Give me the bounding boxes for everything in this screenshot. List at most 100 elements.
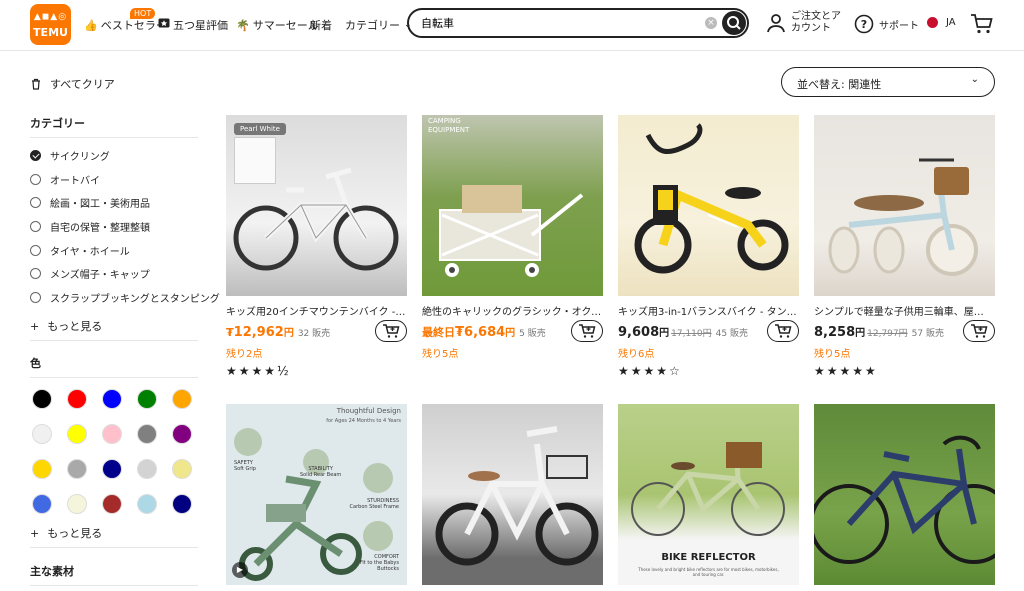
show-more-categories[interactable]: + もっと見る — [30, 318, 102, 334]
product-image[interactable] — [814, 115, 995, 296]
color-swatch[interactable] — [172, 424, 192, 444]
nav-summer-sale[interactable]: 🌴 サマーセール — [236, 17, 319, 33]
product-image[interactable]: CAMPING EQUIPMENT — [422, 115, 603, 296]
color-swatch[interactable] — [137, 459, 157, 479]
product-card[interactable]: キッズ用3-in-1バランスバイク - タング… 9,608 円 17,110円… — [618, 115, 799, 378]
clear-all-label: すべてクリア — [50, 78, 115, 91]
product-card[interactable]: シンプルで軽量な子供用三輪車、屋… 8,258 円 12,797円 57 販売 … — [814, 115, 995, 378]
color-swatch[interactable] — [32, 459, 52, 479]
logo-text: TEMU — [33, 26, 68, 39]
soft-grip-text: Soft Grip — [234, 466, 256, 472]
product-card[interactable]: Thoughtful Design for Ages 24 Months to … — [226, 404, 407, 585]
play-icon[interactable]: ▶ — [232, 562, 248, 578]
search-input[interactable] — [419, 15, 703, 30]
category-option[interactable]: タイヤ・ホイール — [30, 243, 130, 258]
color-swatch[interactable] — [32, 389, 52, 409]
support-button[interactable]: ? サポート — [854, 13, 919, 35]
original-price: 12,797円 — [867, 329, 908, 339]
road-bike-illustration — [814, 435, 995, 564]
comfort-label: COMFORT Fit to the Babys Buttocks — [360, 554, 399, 572]
color-swatch[interactable] — [67, 389, 87, 409]
product-image[interactable] — [618, 115, 799, 296]
product-card[interactable] — [814, 404, 995, 585]
color-swatch[interactable] — [102, 424, 122, 444]
cart-plus-icon — [971, 324, 988, 338]
language-selector[interactable]: JA — [927, 17, 956, 28]
color-swatch[interactable] — [102, 389, 122, 409]
product-image[interactable] — [814, 404, 995, 585]
product-title[interactable]: キッズ用20インチマウンテンバイク - 耐… — [226, 303, 407, 318]
price-value: 8,258 — [814, 325, 856, 340]
balance-bike-illustration — [634, 123, 789, 274]
add-to-cart-button[interactable] — [375, 320, 407, 342]
product-image[interactable]: Pearl White — [226, 115, 407, 296]
product-card[interactable]: CAMPING EQUIPMENT 絶性のキャリックのグラシック・オクスフ… 最… — [422, 115, 603, 360]
nav-bestseller[interactable]: 👍 ベストセラー — [84, 17, 167, 33]
price: 最終日 ₮6,684 円 5 販売 — [422, 324, 546, 340]
category-option[interactable]: メンズ帽子・キャップ — [30, 266, 150, 281]
product-title[interactable]: 絶性のキャリックのグラシック・オクスフ… — [422, 303, 603, 318]
color-swatch[interactable] — [137, 389, 157, 409]
category-option[interactable]: スクラップブッキングとスタンピング — [30, 290, 220, 305]
search-icon — [727, 16, 741, 30]
product-title[interactable]: シンプルで軽量な子供用三輪車、屋… — [814, 303, 995, 318]
show-more-colors[interactable]: + もっと見る — [30, 525, 102, 541]
color-swatch[interactable] — [172, 459, 192, 479]
wagon-illustration — [439, 185, 584, 277]
color-swatch[interactable] — [32, 424, 52, 444]
price: ₮ 12,962 円 32 販売 — [226, 324, 330, 340]
color-swatch[interactable] — [137, 494, 157, 514]
help-icon: ? — [854, 14, 874, 34]
clear-all-button[interactable]: すべてクリア — [30, 76, 115, 92]
stock-left: 残り2点 — [226, 349, 263, 360]
search-button[interactable] — [722, 11, 746, 35]
product-card[interactable] — [422, 404, 603, 585]
add-to-cart-button[interactable] — [963, 320, 995, 342]
color-swatch[interactable] — [172, 494, 192, 514]
product-image[interactable]: BIKE REFLECTOR These lovely and bright b… — [618, 404, 799, 585]
product-image[interactable]: Thoughtful Design for Ages 24 Months to … — [226, 404, 407, 585]
clear-icon[interactable]: × — [705, 17, 717, 29]
category-option[interactable]: サイクリング — [30, 148, 110, 163]
top-bar: ▲◼▲◎ TEMU 👍 ベストセラー HOT 五つ星評価 🌴 サマーセール 新着… — [0, 0, 1024, 51]
price-unit: 円 — [855, 328, 866, 339]
add-to-cart-button[interactable] — [571, 320, 603, 342]
category-option[interactable]: オートバイ — [30, 172, 100, 187]
nav-category-label: カテゴリー — [345, 19, 400, 32]
color-swatch[interactable] — [102, 494, 122, 514]
product-card[interactable]: BIKE REFLECTOR These lovely and bright b… — [618, 404, 799, 585]
material-title: 主な素材 — [30, 565, 74, 578]
account-button[interactable]: ご注文とア カウント — [766, 10, 846, 40]
product-card[interactable]: Pearl White キッズ用20インチマウンテンバイク - 耐… ₮ 12,… — [226, 115, 407, 378]
kids-bike-illustration — [435, 426, 599, 566]
product-image[interactable] — [422, 404, 603, 585]
color-swatch[interactable] — [67, 459, 87, 479]
category-option[interactable]: 自宅の保管・整理整頓 — [30, 219, 150, 234]
carbon-text: Carbon Steel Frame — [349, 504, 399, 510]
color-swatch[interactable] — [172, 389, 192, 409]
category-option[interactable]: 絵画・図工・美術用品 — [30, 195, 150, 210]
bike-illustration — [233, 167, 399, 271]
cart-button[interactable] — [970, 12, 994, 40]
stock-left: 残り5点 — [814, 349, 851, 360]
color-swatch[interactable] — [67, 424, 87, 444]
add-to-cart-button[interactable] — [767, 320, 799, 342]
product-title[interactable]: キッズ用3-in-1バランスバイク - タング… — [618, 303, 799, 318]
svg-text:?: ? — [861, 18, 867, 31]
price-unit: 円 — [659, 328, 670, 339]
color-swatch[interactable] — [102, 459, 122, 479]
nav-new[interactable]: 新着 — [310, 17, 332, 33]
nav-category[interactable]: カテゴリー ⌄ — [345, 17, 412, 33]
temu-logo[interactable]: ▲◼▲◎ TEMU — [30, 4, 71, 45]
sort-dropdown[interactable]: 並べ替え: 関連性 ⌄ — [781, 67, 995, 97]
show-more-label: もっと見る — [47, 527, 103, 540]
color-swatch[interactable] — [32, 494, 52, 514]
color-swatch[interactable] — [67, 494, 87, 514]
sold-count: 45 販売 — [715, 329, 748, 339]
color-swatch[interactable] — [137, 424, 157, 444]
radio-icon — [30, 245, 41, 256]
nav-five-star[interactable]: 五つ星評価 — [158, 17, 228, 33]
category-title: カテゴリー — [30, 117, 85, 130]
account-line2: カウント — [791, 23, 831, 34]
price-unit: 円 — [283, 328, 294, 339]
